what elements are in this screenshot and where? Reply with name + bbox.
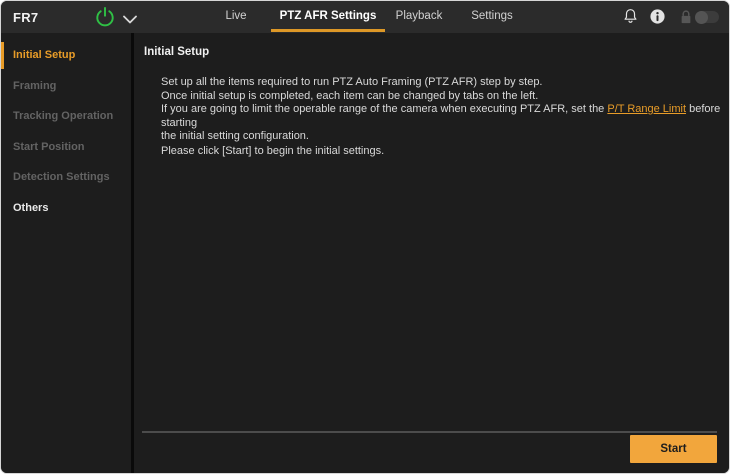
lock-toggle[interactable] bbox=[695, 10, 719, 24]
app-window: FR7 Live PTZ AFR Settings Playback Setti… bbox=[0, 0, 730, 474]
settings-sidebar: Initial Setup Framing Tracking Operation… bbox=[1, 33, 131, 473]
intro-line-4: the initial setting configuration. bbox=[161, 130, 309, 142]
start-button[interactable]: Start bbox=[630, 435, 717, 463]
device-name: FR7 bbox=[13, 10, 39, 25]
tab-settings[interactable]: Settings bbox=[435, 1, 549, 33]
intro-text: Set up all the items required to run PTZ… bbox=[161, 76, 729, 144]
sidebar-item-start-position: Start Position bbox=[13, 140, 85, 153]
start-prompt: Please click [Start] to begin the initia… bbox=[161, 145, 385, 157]
intro-line-3: If you are going to limit the operable r… bbox=[161, 103, 729, 130]
sidebar-item-tracking-operation: Tracking Operation bbox=[13, 110, 114, 123]
pt-range-limit-link[interactable]: P/T Range Limit bbox=[607, 103, 686, 115]
lock-button bbox=[679, 9, 693, 25]
info-button[interactable] bbox=[649, 8, 666, 25]
power-button[interactable] bbox=[94, 6, 116, 28]
info-icon bbox=[649, 9, 666, 29]
intro-line-3-before: If you are going to limit the operable r… bbox=[161, 103, 608, 115]
sidebar-item-detection-settings: Detection Settings bbox=[13, 171, 110, 184]
chevron-down-icon bbox=[122, 12, 138, 29]
camera-menu-expander[interactable] bbox=[122, 12, 140, 24]
intro-line-2: Once initial setup is completed, each it… bbox=[161, 89, 539, 102]
initial-setup-panel: Initial Setup Set up all the items requi… bbox=[134, 33, 729, 473]
notifications-button[interactable] bbox=[622, 7, 639, 26]
footer-divider bbox=[142, 431, 717, 433]
sidebar-item-framing: Framing bbox=[13, 79, 57, 92]
toggle-knob bbox=[695, 10, 708, 24]
top-bar: FR7 Live PTZ AFR Settings Playback Setti… bbox=[1, 1, 729, 33]
sidebar-item-initial-setup[interactable]: Initial Setup bbox=[1, 40, 131, 71]
lock-icon bbox=[679, 10, 693, 29]
bell-icon bbox=[622, 9, 639, 30]
sidebar-item-others[interactable]: Others bbox=[1, 193, 131, 224]
intro-line-1: Set up all the items required to run PTZ… bbox=[161, 76, 543, 88]
power-icon bbox=[94, 7, 116, 32]
page-title: Initial Setup bbox=[144, 46, 210, 58]
